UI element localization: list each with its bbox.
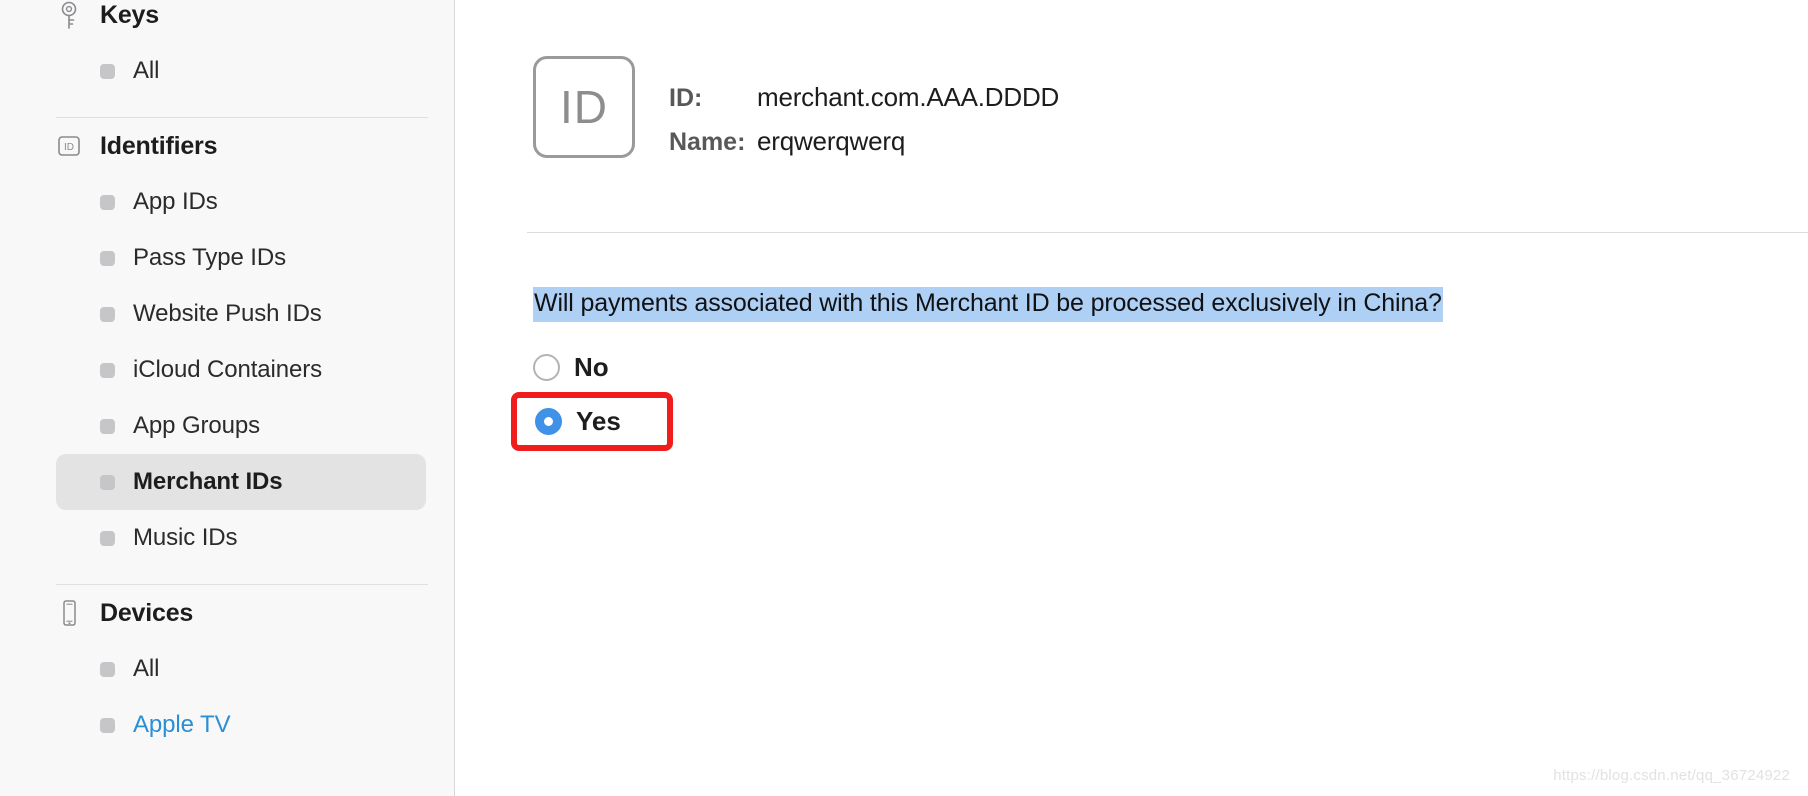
sidebar-item-label: App Groups [133, 412, 261, 439]
sidebar-scroll-region[interactable]: Keys All ID Identifiers App IDs Pass Typ… [56, 0, 454, 753]
radio-label-yes: Yes [576, 405, 621, 436]
sidebar-item-label: All [133, 655, 160, 682]
sidebar-item-label: Website Push IDs [133, 300, 322, 327]
radio-label-no: No [574, 352, 609, 383]
sidebar-item-label: Pass Type IDs [133, 244, 286, 271]
app-root: Keys All ID Identifiers App IDs Pass Typ… [0, 0, 1808, 796]
sidebar-item-app-ids[interactable]: App IDs [56, 174, 426, 230]
radio-group[interactable]: No Yes [511, 344, 1808, 451]
question-text: Will payments associated with this Merch… [533, 287, 1443, 322]
field-label-id: ID: [669, 84, 703, 112]
sidebar-item-label: App IDs [133, 188, 218, 215]
main-content: ID ID: merchant.com.AAA.DDDD Name: erqwe… [455, 0, 1808, 796]
bullet-icon [100, 661, 115, 677]
radio-icon-no[interactable] [533, 354, 560, 382]
merchant-header: ID ID: merchant.com.AAA.DDDD Name: erqwe… [455, 0, 1808, 170]
watermark-text: https://blog.csdn.net/qq_36724922 [1553, 767, 1790, 784]
bullet-icon [100, 306, 115, 322]
sidebar-item-label: Music IDs [133, 524, 238, 551]
sidebar-group-label: Identifiers [100, 131, 218, 160]
key-icon [56, 0, 82, 30]
bullet-icon [100, 530, 115, 546]
sidebar-item-devices-all[interactable]: All [56, 641, 426, 697]
field-row-id: ID: merchant.com.AAA.DDDD [669, 82, 1059, 126]
sidebar-item-app-groups[interactable]: App Groups [56, 398, 426, 454]
bullet-icon [100, 250, 115, 266]
sidebar-item-label: iCloud Containers [133, 356, 323, 383]
sidebar-group-label: Keys [100, 0, 159, 29]
sidebar-item-label: All [133, 57, 160, 84]
annotation-highlight-box: Yes [511, 391, 673, 451]
field-row-name: Name: erqwerqwerq [669, 126, 1059, 170]
bullet-icon [100, 717, 115, 733]
radio-icon-yes[interactable] [535, 407, 562, 435]
sidebar-group-devices[interactable]: Devices [56, 585, 454, 641]
sidebar-item-merchant-ids[interactable]: Merchant IDs [56, 454, 426, 510]
radio-option-no[interactable]: No [533, 344, 1808, 392]
bullet-icon [100, 474, 115, 490]
merchant-details: ID: merchant.com.AAA.DDDD Name: erqwerqw… [669, 56, 1059, 170]
sidebar-item-label: Apple TV [133, 711, 231, 738]
sidebar-item-apple-tv[interactable]: Apple TV [56, 697, 426, 753]
sidebar-group-keys[interactable]: Keys [56, 0, 454, 43]
id-badge-label: ID [560, 81, 608, 133]
sidebar-item-keys-all[interactable]: All [56, 43, 426, 99]
sidebar-group-identifiers[interactable]: ID Identifiers [56, 118, 454, 174]
sidebar: Keys All ID Identifiers App IDs Pass Typ… [0, 0, 455, 796]
question-block: Will payments associated with this Merch… [455, 233, 1808, 322]
sidebar-item-icloud-containers[interactable]: iCloud Containers [56, 342, 426, 398]
sidebar-group-label: Devices [100, 598, 194, 627]
id-badge-icon: ID [533, 56, 635, 158]
sidebar-item-music-ids[interactable]: Music IDs [56, 510, 426, 566]
identifier-badge-icon: ID [56, 131, 82, 161]
field-value-name: erqwerqwerq [757, 126, 906, 156]
bullet-icon [100, 63, 115, 79]
field-value-id: merchant.com.AAA.DDDD [757, 82, 1060, 112]
svg-text:ID: ID [64, 142, 74, 153]
sidebar-item-label: Merchant IDs [133, 468, 283, 495]
bullet-icon [100, 418, 115, 434]
sidebar-item-website-push-ids[interactable]: Website Push IDs [56, 286, 426, 342]
device-phone-icon [56, 598, 82, 628]
bullet-icon [100, 362, 115, 378]
field-label-name: Name: [669, 128, 746, 156]
sidebar-item-pass-type-ids[interactable]: Pass Type IDs [56, 230, 426, 286]
bullet-icon [100, 194, 115, 210]
